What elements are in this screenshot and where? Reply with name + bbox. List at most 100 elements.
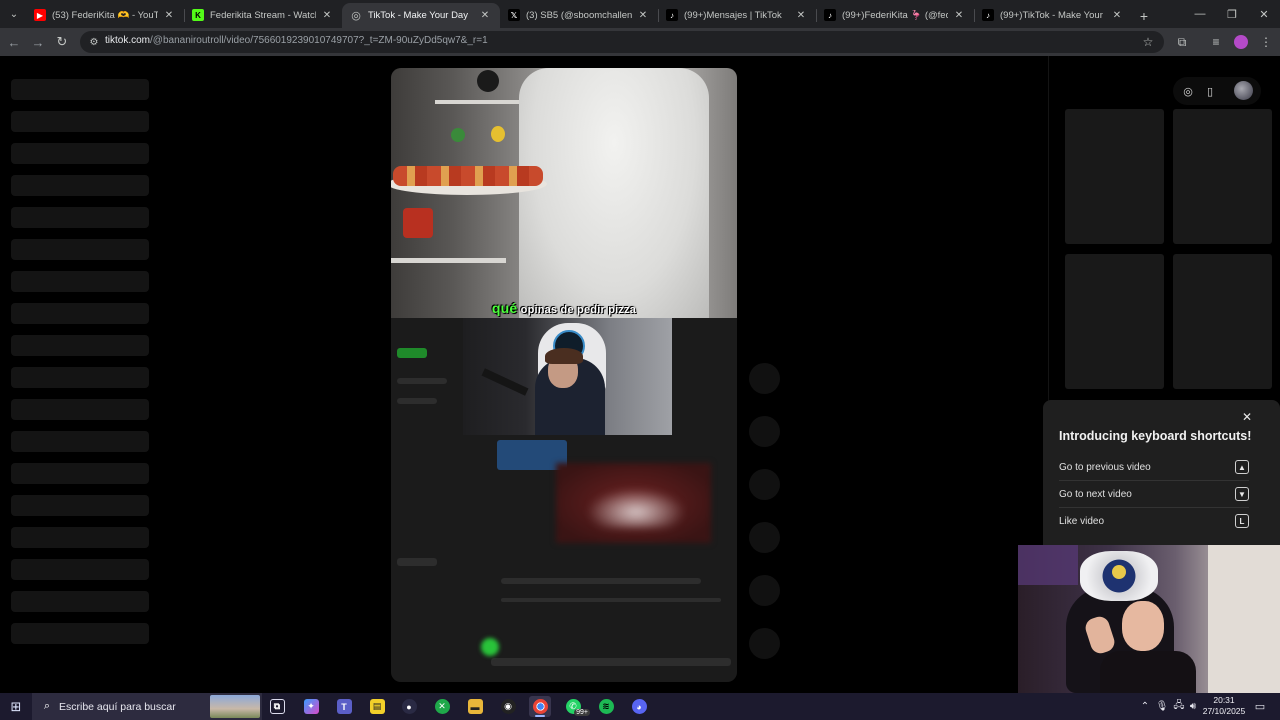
reload-icon[interactable]: ↻ [52,32,72,52]
sidebar-skeleton-item [11,271,149,292]
clock-time: 20:31 [1213,695,1235,705]
thumbnail-placeholder[interactable] [1173,254,1272,389]
blur-block [397,378,447,384]
steelseries-icon[interactable]: ◉ [497,696,519,717]
extensions-puzzle-icon[interactable]: ⧉ [1172,32,1192,52]
tab-title: TikTok - Make Your Day [368,10,468,21]
action-button-placeholder[interactable] [749,363,780,394]
close-tab-icon[interactable]: ✕ [478,8,492,22]
microphone-arm [481,368,529,396]
belt-center [1112,565,1126,579]
screen: ⌄ ▶ (53) FederiKita 🫶 - YouTube ✕ K Fede… [0,0,1280,720]
profile-avatar-icon[interactable] [1231,32,1251,52]
restore-icon[interactable]: ❐ [1216,0,1248,28]
youtube-icon: ▶ [34,9,46,21]
action-button-placeholder[interactable] [749,416,780,447]
close-tab-icon[interactable]: ✕ [952,8,966,22]
thumbnail-placeholder[interactable] [1065,109,1164,244]
system-clock[interactable]: 20:31 27/10/2025 [1198,695,1250,717]
sidebar-skeleton-item [11,367,149,388]
taskbar-search[interactable]: ⌕ Escribe aquí para buscar [32,693,262,720]
tiktok-icon: ♪ [824,9,836,21]
new-tab-plus-icon[interactable]: + [1132,3,1156,28]
close-tab-icon[interactable]: ✕ [1110,8,1124,22]
pizza [393,166,543,186]
tab-list: ▶ (53) FederiKita 🫶 - YouTube ✕ K Federi… [26,3,1156,28]
forward-arrow-icon[interactable]: → [28,32,48,52]
teams-icon[interactable]: T [333,696,355,717]
streamer-hair [545,348,583,364]
search-placeholder: Escribe aquí para buscar [59,701,176,713]
tab-tiktok-active[interactable]: ◎ TikTok - Make Your Day ✕ [342,3,500,28]
close-window-icon[interactable]: ✕ [1248,0,1280,28]
action-button-placeholder[interactable] [749,628,780,659]
bookmark-star-icon[interactable]: ☆ [1140,34,1156,50]
avatar[interactable] [1234,81,1253,100]
microphone-icon[interactable]: 🎙︎ [1155,698,1169,715]
video-player[interactable]: qué opinas de pedir pizza [391,68,737,682]
close-icon[interactable]: ✕ [1240,410,1254,424]
clock-date: 27/10/2025 [1202,706,1246,716]
streamer-face [1122,601,1164,651]
file-explorer-icon[interactable]: ▬ [464,696,486,717]
back-arrow-icon[interactable]: ← [4,32,24,52]
x-icon: 𝕏 [508,9,520,21]
notification-icon[interactable]: ▭ [1252,698,1268,715]
action-button-placeholder[interactable] [749,469,780,500]
whatsapp-badge: 99+ [574,709,590,716]
shelf [391,258,506,263]
sidebar-skeleton-item [11,303,149,324]
action-button-placeholder[interactable] [749,575,780,606]
divider [1059,507,1249,508]
action-button-placeholder[interactable] [749,522,780,553]
xbox-app-icon[interactable]: ✕ [431,696,453,717]
chevron-up-icon[interactable]: ⌃ [1138,698,1152,715]
windows-start-icon[interactable]: ⊞ [4,697,28,716]
more-menu-icon[interactable]: ⋮ [1256,32,1276,52]
streamer-webcam-overlay [1018,545,1280,693]
close-tab-icon[interactable]: ✕ [162,8,176,22]
address-bar[interactable]: ⚙ tiktok.com/@bananiroutroll/video/75660… [80,31,1164,53]
network-icon[interactable]: 🖧︎ [1172,698,1186,715]
chrome-icon[interactable] [529,696,551,717]
tab-title: (99+)TikTok - Make Your Day [1000,10,1106,21]
close-tab-icon[interactable]: ✕ [636,8,650,22]
search-icon: ⌕ [43,699,51,712]
divider [1059,480,1249,481]
close-tab-icon[interactable]: ✕ [320,8,334,22]
media-controls-icon[interactable]: ≡ [1206,32,1226,52]
thumbnail-placeholder[interactable] [1173,109,1272,244]
tab-title: (99+)FederiKita 🦩 (@federikita) [842,10,948,21]
minimize-icon[interactable]: — [1184,0,1216,28]
popup-title: Introducing keyboard shortcuts! [1059,429,1252,443]
shelf [435,100,525,104]
streamer-body [1100,651,1196,693]
task-view-icon[interactable]: ⧉ [266,696,288,717]
thumbnail-placeholder[interactable] [1065,254,1164,389]
globe-icon: ◎ [351,9,361,22]
copilot-icon[interactable]: ✦ [300,696,322,717]
whatsapp-icon[interactable]: ✆ 99+ [562,696,590,717]
tab-x[interactable]: 𝕏 (3) SB5 (@sboomchallenge) / X ✕ [500,3,658,28]
shortcut-previous-video: Go to previous video ▲ [1059,458,1249,478]
site-info-icon[interactable]: ⚙ [88,36,100,48]
tab-title: (53) FederiKita 🫶 - YouTube [52,10,158,21]
sticky-notes-icon[interactable]: ▤ [366,696,388,717]
tab-tiktok-messages[interactable]: ♪ (99+)Mensajes | TikTok ✕ [658,3,816,28]
obs-icon[interactable]: ● [398,696,420,717]
tab-kick[interactable]: K Federikita Stream - Watch Live ✕ [184,3,342,28]
spotify-icon[interactable]: ≋ [595,696,617,717]
tab-youtube[interactable]: ▶ (53) FederiKita 🫶 - YouTube ✕ [26,3,184,28]
blur-block [501,578,701,584]
tab-tiktok-profile[interactable]: ♪ (99+)FederiKita 🦩 (@federikita) ✕ [816,3,974,28]
close-tab-icon[interactable]: ✕ [794,8,808,22]
tab-tiktok-home[interactable]: ♪ (99+)TikTok - Make Your Day ✕ [974,3,1132,28]
discord-icon[interactable]: ◕ [628,696,650,717]
person-white-shirt [519,68,709,318]
kick-icon: K [192,9,204,21]
compass-icon[interactable]: ◎ [1181,84,1195,98]
phone-icon[interactable]: ▯ [1203,84,1217,98]
tab-title: Federikita Stream - Watch Live [210,10,316,21]
shortcut-label: Like video [1059,516,1105,527]
tab-search-chevron-icon[interactable]: ⌄ [4,4,24,24]
